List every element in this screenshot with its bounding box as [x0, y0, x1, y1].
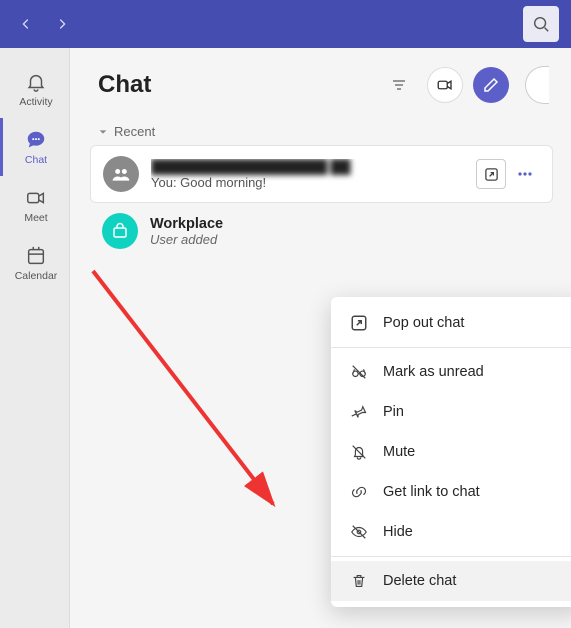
- chat-row[interactable]: ██████████████████ ██ You: Good morning!: [90, 145, 553, 203]
- menu-item-link[interactable]: Get link to chat: [331, 472, 571, 512]
- popout-icon: [484, 167, 499, 182]
- group-avatar-icon: [103, 156, 139, 192]
- chat-header: Chat: [70, 48, 571, 116]
- chat-list: ██████████████████ ██ You: Good morning!: [70, 145, 571, 259]
- menu-item-hide[interactable]: Hide: [331, 512, 571, 552]
- chat-row-text: ██████████████████ ██ You: Good morning!: [151, 159, 464, 190]
- chat-row-actions: [476, 159, 540, 189]
- more-icon: [516, 165, 534, 183]
- chat-title: ██████████████████ ██: [151, 159, 464, 175]
- menu-item-pin[interactable]: Pin: [331, 392, 571, 432]
- menu-separator: [331, 347, 571, 348]
- trash-icon: [349, 571, 369, 591]
- section-recent[interactable]: Recent: [70, 116, 571, 145]
- link-icon: [349, 482, 369, 502]
- chat-preview: User added: [150, 232, 541, 247]
- main-area: Activity Chat Meet Calendar Chat: [0, 48, 571, 628]
- sidebar-item-label: Activity: [19, 96, 52, 108]
- video-icon: [436, 76, 454, 94]
- sidebar-item-meet[interactable]: Meet: [0, 176, 69, 234]
- nav-back-button[interactable]: [12, 10, 40, 38]
- pin-icon: [349, 402, 369, 422]
- menu-label: Pin: [383, 404, 404, 420]
- menu-item-mute[interactable]: Mute: [331, 432, 571, 472]
- popout-button[interactable]: [476, 159, 506, 189]
- titlebar: [0, 0, 571, 48]
- menu-separator: [331, 556, 571, 557]
- app-sidebar: Activity Chat Meet Calendar: [0, 48, 70, 628]
- chat-row-text: Workplace User added: [150, 216, 541, 247]
- calendar-icon: [24, 244, 48, 268]
- menu-item-unread[interactable]: Mark as unread: [331, 352, 571, 392]
- popout-icon: [349, 313, 369, 333]
- eye-off-icon: [349, 522, 369, 542]
- chat-preview: You: Good morning!: [151, 175, 464, 190]
- chat-row[interactable]: Workplace User added: [90, 203, 553, 259]
- menu-item-popout[interactable]: Pop out chat: [331, 303, 571, 343]
- page-title: Chat: [98, 71, 371, 99]
- menu-label: Mute: [383, 444, 415, 460]
- search-button[interactable]: [523, 6, 559, 42]
- bell-icon: [24, 70, 48, 94]
- menu-label: Pop out chat: [383, 315, 464, 331]
- group-avatar-icon: [102, 213, 138, 249]
- glasses-icon: [349, 362, 369, 382]
- menu-label: Get link to chat: [383, 484, 480, 500]
- chat-icon: [24, 128, 48, 152]
- new-chat-button[interactable]: [473, 67, 509, 103]
- section-label: Recent: [114, 124, 155, 139]
- menu-label: Hide: [383, 524, 413, 540]
- chevron-down-icon: [98, 127, 108, 137]
- nav-forward-button[interactable]: [48, 10, 76, 38]
- sidebar-item-label: Chat: [25, 154, 47, 166]
- sidebar-item-label: Calendar: [15, 270, 58, 282]
- search-icon: [532, 15, 550, 33]
- content-pane: Chat Recent ██████████████████ ██: [70, 48, 571, 628]
- avatar[interactable]: [525, 66, 549, 104]
- sidebar-item-calendar[interactable]: Calendar: [0, 234, 69, 292]
- filter-icon: [391, 77, 407, 93]
- chat-context-menu: Pop out chat Mark as unread Pin Mute: [331, 297, 571, 607]
- sidebar-item-label: Meet: [24, 212, 47, 224]
- meet-now-button[interactable]: [427, 67, 463, 103]
- compose-icon: [482, 76, 500, 94]
- menu-label: Delete chat: [383, 573, 456, 589]
- sidebar-item-chat[interactable]: Chat: [0, 118, 69, 176]
- filter-button[interactable]: [381, 67, 417, 103]
- menu-label: Mark as unread: [383, 364, 484, 380]
- sidebar-item-activity[interactable]: Activity: [0, 60, 69, 118]
- video-icon: [24, 186, 48, 210]
- more-options-button[interactable]: [510, 159, 540, 189]
- menu-item-delete[interactable]: Delete chat: [331, 561, 571, 601]
- chat-title: Workplace: [150, 216, 541, 232]
- bell-off-icon: [349, 442, 369, 462]
